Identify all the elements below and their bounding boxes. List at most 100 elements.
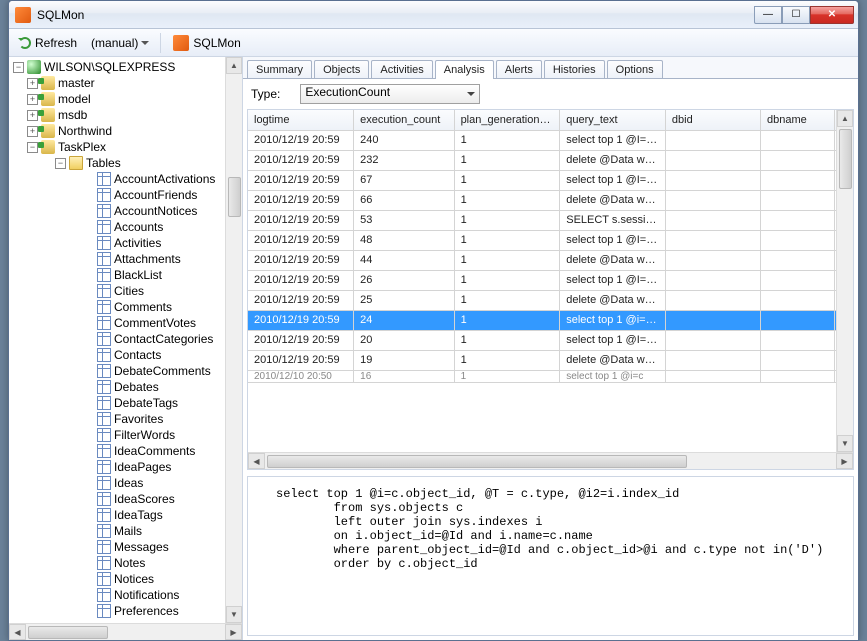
col-dbname[interactable]: dbname bbox=[761, 110, 835, 130]
scroll-left-icon[interactable]: ◀ bbox=[9, 624, 26, 640]
tree-table[interactable]: DebateComments bbox=[11, 363, 242, 379]
scroll-down-icon[interactable]: ▼ bbox=[837, 435, 853, 452]
tree-twisty-icon[interactable]: + bbox=[27, 94, 38, 105]
tab-summary[interactable]: Summary bbox=[247, 60, 312, 78]
tree-table[interactable]: Comments bbox=[11, 299, 242, 315]
tree-table[interactable]: Ideas bbox=[11, 475, 242, 491]
refresh-button[interactable]: Refresh bbox=[15, 34, 81, 52]
scroll-thumb[interactable] bbox=[267, 455, 687, 468]
tree-table[interactable]: Notes bbox=[11, 555, 242, 571]
tree-table[interactable]: Preferences bbox=[11, 603, 242, 619]
tree-table[interactable]: IdeaTags bbox=[11, 507, 242, 523]
table-row-partial[interactable]: 2010/12/10 20:50161select top 1 @i=c bbox=[248, 370, 853, 382]
grid-hscrollbar[interactable]: ◀ ▶ bbox=[248, 452, 853, 469]
table-row[interactable]: 2010/12/19 20:59481select top 1 @I=Id... bbox=[248, 230, 853, 250]
table-row[interactable]: 2010/12/19 20:592321delete @Data whe... bbox=[248, 150, 853, 170]
table-icon bbox=[97, 348, 111, 362]
scroll-thumb[interactable] bbox=[228, 177, 241, 217]
scroll-up-icon[interactable]: ▲ bbox=[837, 110, 853, 127]
table-row[interactable]: 2010/12/19 20:59251delete @Data whe... bbox=[248, 290, 853, 310]
sql-detail[interactable]: select top 1 @i=c.object_id, @T = c.type… bbox=[247, 476, 854, 636]
type-select[interactable]: ExecutionCount bbox=[300, 84, 480, 104]
tree-table[interactable]: Favorites bbox=[11, 411, 242, 427]
table-row[interactable]: 2010/12/19 20:59441delete @Data whe... bbox=[248, 250, 853, 270]
tab-options[interactable]: Options bbox=[607, 60, 663, 78]
table-icon bbox=[97, 444, 111, 458]
table-row[interactable]: 2010/12/19 20:59241select top 1 @i=c.... bbox=[248, 310, 853, 330]
tree-table[interactable]: FilterWords bbox=[11, 427, 242, 443]
cell-logtime: 2010/12/19 20:59 bbox=[248, 190, 354, 210]
tree-table[interactable]: DebateTags bbox=[11, 395, 242, 411]
tree-vscrollbar[interactable]: ▲ ▼ bbox=[225, 57, 242, 623]
titlebar[interactable]: SQLMon — ☐ ✕ bbox=[9, 1, 858, 29]
maximize-button[interactable]: ☐ bbox=[782, 6, 810, 24]
cell-plan: 1 bbox=[454, 270, 560, 290]
tree-table[interactable]: BlackList bbox=[11, 267, 242, 283]
tree-table[interactable]: Contacts bbox=[11, 347, 242, 363]
scroll-thumb[interactable] bbox=[28, 626, 108, 639]
tree-db-northwind[interactable]: +Northwind bbox=[11, 123, 242, 139]
scroll-thumb[interactable] bbox=[839, 129, 852, 189]
tree-table[interactable]: Mails bbox=[11, 523, 242, 539]
tree-table[interactable]: IdeaScores bbox=[11, 491, 242, 507]
tree-twisty-icon[interactable]: + bbox=[27, 78, 38, 89]
tree-table[interactable]: IdeaComments bbox=[11, 443, 242, 459]
tree-label: Activities bbox=[114, 236, 161, 250]
tree-table[interactable]: AccountFriends bbox=[11, 187, 242, 203]
tree-table[interactable]: Attachments bbox=[11, 251, 242, 267]
tree-db-master[interactable]: +master bbox=[11, 75, 242, 91]
col-plan_generation_nu[interactable]: plan_generation_nu bbox=[454, 110, 560, 130]
tree-db-model[interactable]: +model bbox=[11, 91, 242, 107]
tab-alerts[interactable]: Alerts bbox=[496, 60, 542, 78]
scroll-right-icon[interactable]: ▶ bbox=[225, 624, 242, 640]
tree-hscrollbar[interactable]: ◀ ▶ bbox=[9, 623, 242, 640]
table-row[interactable]: 2010/12/19 20:59201select top 1 @I=Id... bbox=[248, 330, 853, 350]
minimize-button[interactable]: — bbox=[754, 6, 782, 24]
tree-table[interactable]: IdeaPages bbox=[11, 459, 242, 475]
tree-server[interactable]: −WILSON\SQLEXPRESS bbox=[11, 59, 242, 75]
tree-table[interactable]: Cities bbox=[11, 283, 242, 299]
tab-histories[interactable]: Histories bbox=[544, 60, 605, 78]
tree-table[interactable]: Notices bbox=[11, 571, 242, 587]
tree-table[interactable]: AccountNotices bbox=[11, 203, 242, 219]
tree-twisty-icon[interactable]: − bbox=[13, 62, 24, 73]
col-query_text[interactable]: query_text bbox=[560, 110, 666, 130]
tree-twisty-icon[interactable]: − bbox=[55, 158, 66, 169]
table-row[interactable]: 2010/12/19 20:592401select top 1 @I=Id..… bbox=[248, 130, 853, 150]
grid-vscrollbar[interactable]: ▲ ▼ bbox=[836, 110, 853, 452]
tree-table[interactable]: Notifications bbox=[11, 587, 242, 603]
scroll-left-icon[interactable]: ◀ bbox=[248, 453, 265, 469]
tree-table[interactable]: ContactCategories bbox=[11, 331, 242, 347]
tree-table[interactable]: Debates bbox=[11, 379, 242, 395]
app-button[interactable]: SQLMon bbox=[169, 33, 244, 53]
scroll-down-icon[interactable]: ▼ bbox=[226, 606, 242, 623]
tree-table[interactable]: Activities bbox=[11, 235, 242, 251]
tree-table[interactable]: Accounts bbox=[11, 219, 242, 235]
table-row[interactable]: 2010/12/19 20:59261select top 1 @I=Id... bbox=[248, 270, 853, 290]
scroll-up-icon[interactable]: ▲ bbox=[226, 57, 242, 74]
tree-db-msdb[interactable]: +msdb bbox=[11, 107, 242, 123]
col-execution_count[interactable]: execution_count bbox=[354, 110, 454, 130]
close-button[interactable]: ✕ bbox=[810, 6, 854, 24]
tree-twisty-icon[interactable]: − bbox=[27, 142, 38, 153]
tree-table[interactable]: AccountActivations bbox=[11, 171, 242, 187]
refresh-mode-combo[interactable]: (manual) bbox=[87, 34, 152, 52]
tab-activities[interactable]: Activities bbox=[371, 60, 432, 78]
tree-db-taskplex[interactable]: −TaskPlex bbox=[11, 139, 242, 155]
grid-body[interactable]: logtimeexecution_countplan_generation_nu… bbox=[248, 110, 853, 452]
col-dbid[interactable]: dbid bbox=[665, 110, 760, 130]
tree-twisty-icon[interactable]: + bbox=[27, 110, 38, 121]
tree-scroll[interactable]: −WILSON\SQLEXPRESS+master+model+msdb+Nor… bbox=[9, 57, 242, 623]
table-row[interactable]: 2010/12/19 20:59671select top 1 @I=Id... bbox=[248, 170, 853, 190]
tree-table[interactable]: Messages bbox=[11, 539, 242, 555]
tab-objects[interactable]: Objects bbox=[314, 60, 369, 78]
tree-folder-tables[interactable]: −Tables bbox=[11, 155, 242, 171]
scroll-right-icon[interactable]: ▶ bbox=[836, 453, 853, 469]
tree-twisty-icon[interactable]: + bbox=[27, 126, 38, 137]
table-row[interactable]: 2010/12/19 20:59661delete @Data whe... bbox=[248, 190, 853, 210]
table-row[interactable]: 2010/12/19 20:59531SELECT s.session... bbox=[248, 210, 853, 230]
table-row[interactable]: 2010/12/19 20:59191delete @Data whe... bbox=[248, 350, 853, 370]
tab-analysis[interactable]: Analysis bbox=[435, 60, 494, 79]
tree-table[interactable]: CommentVotes bbox=[11, 315, 242, 331]
col-logtime[interactable]: logtime bbox=[248, 110, 354, 130]
